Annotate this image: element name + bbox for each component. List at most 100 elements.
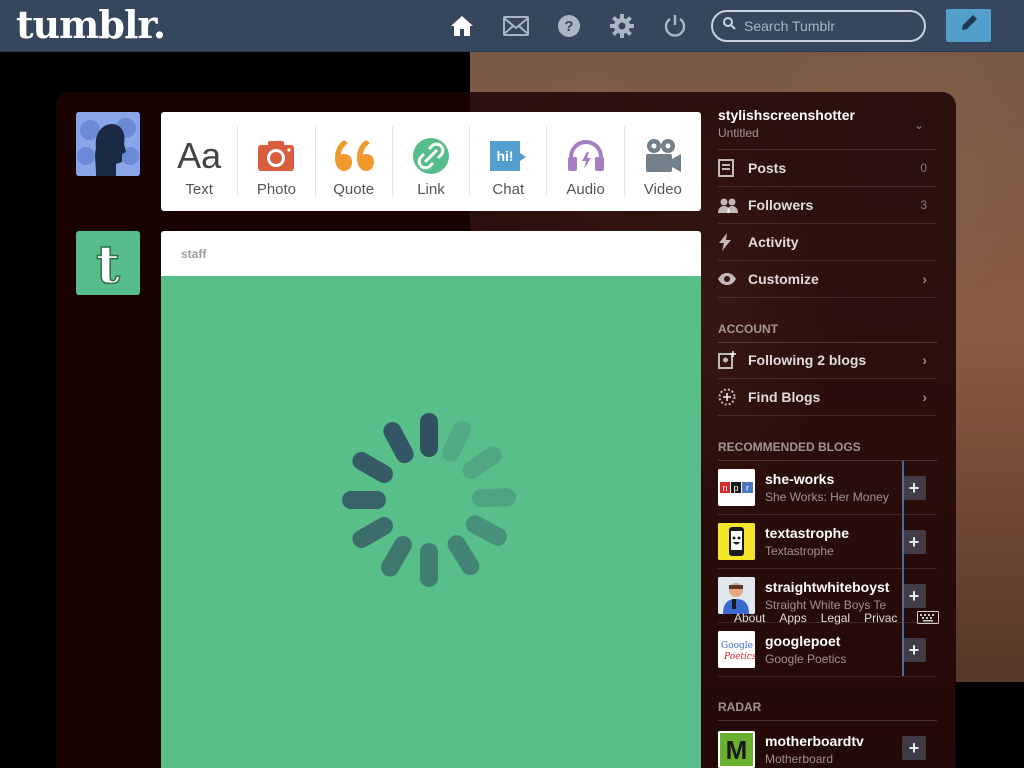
sidebar-item-label: Posts [748, 160, 787, 176]
compose-button[interactable] [946, 9, 991, 42]
sidebar-item-posts[interactable]: Posts 0 [718, 150, 937, 187]
chat-icon: hi! [488, 135, 528, 177]
blog-desc: Motherboard [765, 751, 834, 766]
textastrophe-avatar [718, 523, 755, 560]
blog-name: she-works [765, 471, 835, 487]
compass-icon [718, 388, 748, 406]
post-type-label: Chat [492, 180, 525, 198]
motherboard-avatar: M [718, 730, 755, 768]
blog-desc: Google Poetics [765, 652, 847, 666]
post-author[interactable]: staff [161, 231, 701, 276]
post-media[interactable] [161, 276, 701, 768]
svg-text:?: ? [564, 18, 573, 35]
sidebar-item-followers[interactable]: Followers 3 [718, 187, 937, 224]
account-heading: ACCOUNT [718, 322, 937, 343]
npr-avatar: npr [718, 469, 755, 506]
lightning-icon [718, 233, 748, 251]
search-input[interactable] [744, 18, 904, 34]
post-type-audio[interactable]: Audio [547, 125, 625, 198]
staff-avatar[interactable]: t [76, 231, 140, 295]
quote-icon [334, 135, 374, 177]
tumblr-logo[interactable]: tumblr. [16, 2, 166, 47]
following-icon [718, 351, 748, 369]
mail-icon[interactable] [502, 12, 530, 40]
power-icon[interactable] [661, 12, 689, 40]
post-type-label: Video [643, 180, 682, 198]
blog-name: textastrophe [765, 525, 850, 541]
chevron-right-icon: › [922, 389, 927, 405]
radar-heading: RADAR [718, 700, 937, 721]
link-icon [412, 135, 449, 177]
followers-count: 3 [920, 198, 927, 212]
search-box[interactable] [711, 10, 926, 42]
footer-links: About Apps Legal Privac [734, 611, 897, 625]
post-type-bar: Aa Text Photo Quote Link hi! Chat Audio [161, 112, 701, 211]
post-type-text[interactable]: Aa Text [161, 125, 239, 198]
post-type-video[interactable]: Video [625, 126, 701, 198]
home-icon[interactable] [448, 12, 476, 40]
blog-name: straightwhiteboyst [765, 579, 890, 595]
posts-count: 0 [920, 161, 927, 175]
footer-link-about[interactable]: About [734, 611, 765, 625]
pencil-icon [959, 13, 979, 38]
post-type-label: Audio [566, 180, 605, 198]
sidebar-item-label: Customize [748, 271, 819, 287]
svg-text:t: t [96, 235, 120, 295]
googlepoet-avatar: Google Poetics [718, 631, 755, 668]
sidebar-item-activity[interactable]: Activity [718, 224, 937, 261]
post-type-quote[interactable]: Quote [316, 125, 393, 198]
loading-spinner-icon [342, 413, 516, 587]
footer-link-privacy[interactable]: Privac [864, 611, 897, 625]
svg-text:M: M [726, 735, 748, 765]
svg-text:r: r [746, 483, 749, 493]
gear-icon[interactable] [608, 12, 636, 40]
svg-text:n: n [722, 483, 727, 493]
follow-plus-button[interactable]: + [902, 638, 926, 662]
followers-icon [718, 197, 748, 213]
sidebar-item-label: Activity [748, 234, 799, 250]
sidebar-item-customize[interactable]: Customize › [718, 261, 937, 298]
post-type-label: Quote [333, 180, 375, 198]
footer-link-apps[interactable]: Apps [779, 611, 806, 625]
chevron-right-icon: › [922, 352, 927, 368]
follow-plus-button[interactable]: + [902, 530, 926, 554]
follow-plus-button[interactable]: + [902, 476, 926, 500]
svg-text:p: p [733, 483, 738, 493]
sidebar-blog-title: Untitled [718, 126, 759, 140]
background-dark-corner [955, 682, 1024, 768]
headphones-icon [567, 135, 605, 177]
top-bar: tumblr. ? [0, 0, 1024, 52]
follow-plus-button[interactable]: + [902, 736, 926, 760]
post-type-chat[interactable]: hi! Chat [470, 125, 548, 198]
sidebar-item-label: Following 2 blogs [748, 352, 867, 368]
post-type-link[interactable]: Link [393, 125, 471, 198]
sidebar-item-find-blogs[interactable]: Find Blogs › [718, 379, 937, 416]
camera-icon [257, 135, 295, 177]
post-card: staff [161, 231, 701, 768]
blog-desc: She Works: Her Money [765, 490, 889, 504]
blog-name: googlepoet [765, 633, 841, 649]
chevron-down-icon[interactable]: ⌄ [914, 118, 924, 132]
footer-link-legal[interactable]: Legal [821, 611, 850, 625]
sidebar-item-following[interactable]: Following 2 blogs › [718, 342, 937, 379]
blog-desc: Straight White Boys Te [765, 598, 887, 612]
straightwhiteboys-avatar [718, 577, 755, 614]
video-camera-icon [644, 135, 682, 177]
text-icon: Aa [177, 134, 222, 176]
keyboard-icon[interactable] [917, 611, 939, 629]
help-icon[interactable]: ? [555, 12, 583, 40]
svg-text:hi!: hi! [497, 148, 514, 164]
post-type-label: Text [185, 180, 213, 198]
post-type-photo[interactable]: Photo [238, 125, 316, 198]
svg-text:Poetics: Poetics [723, 652, 755, 662]
post-type-label: Photo [256, 180, 297, 198]
blog-desc: Textastrophe [765, 544, 834, 558]
sidebar-item-label: Find Blogs [748, 389, 821, 405]
svg-text:Google: Google [721, 641, 753, 651]
chevron-right-icon: › [922, 271, 927, 287]
user-avatar[interactable] [76, 112, 140, 176]
blog-name: motherboardtv [765, 732, 864, 749]
follow-plus-button[interactable]: + [902, 584, 926, 608]
post-type-label: Link [417, 180, 445, 198]
sidebar-blog-name[interactable]: stylishscreenshotter [718, 107, 855, 123]
